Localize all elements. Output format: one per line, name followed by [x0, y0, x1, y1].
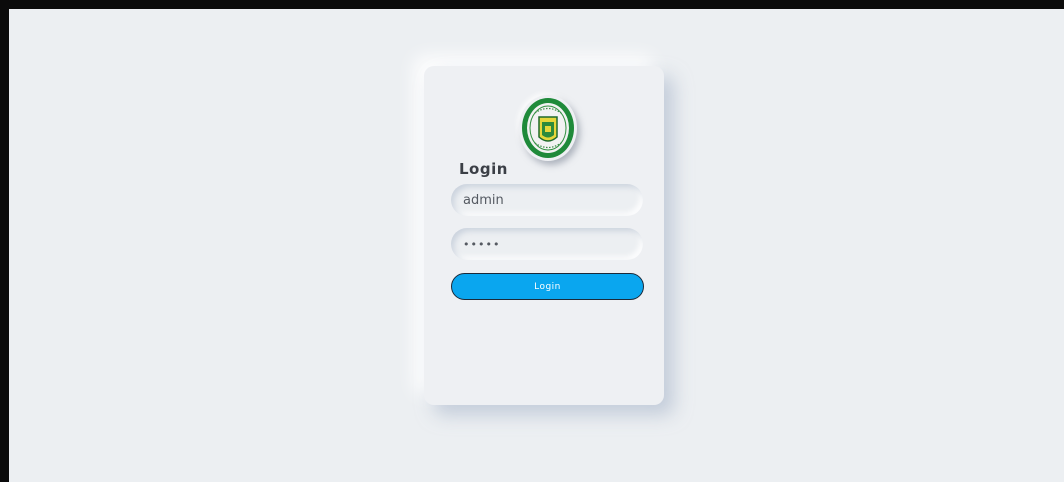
username-field: [451, 184, 643, 216]
university-seal-icon: [522, 98, 574, 158]
password-input[interactable]: [451, 228, 643, 260]
login-title: Login: [459, 160, 508, 178]
login-button[interactable]: Login: [451, 273, 644, 300]
password-field: [451, 228, 643, 260]
logo: [519, 95, 577, 161]
username-input[interactable]: [451, 184, 643, 216]
login-card: Login Login: [424, 66, 664, 405]
page-frame: Login Login: [0, 0, 1064, 482]
